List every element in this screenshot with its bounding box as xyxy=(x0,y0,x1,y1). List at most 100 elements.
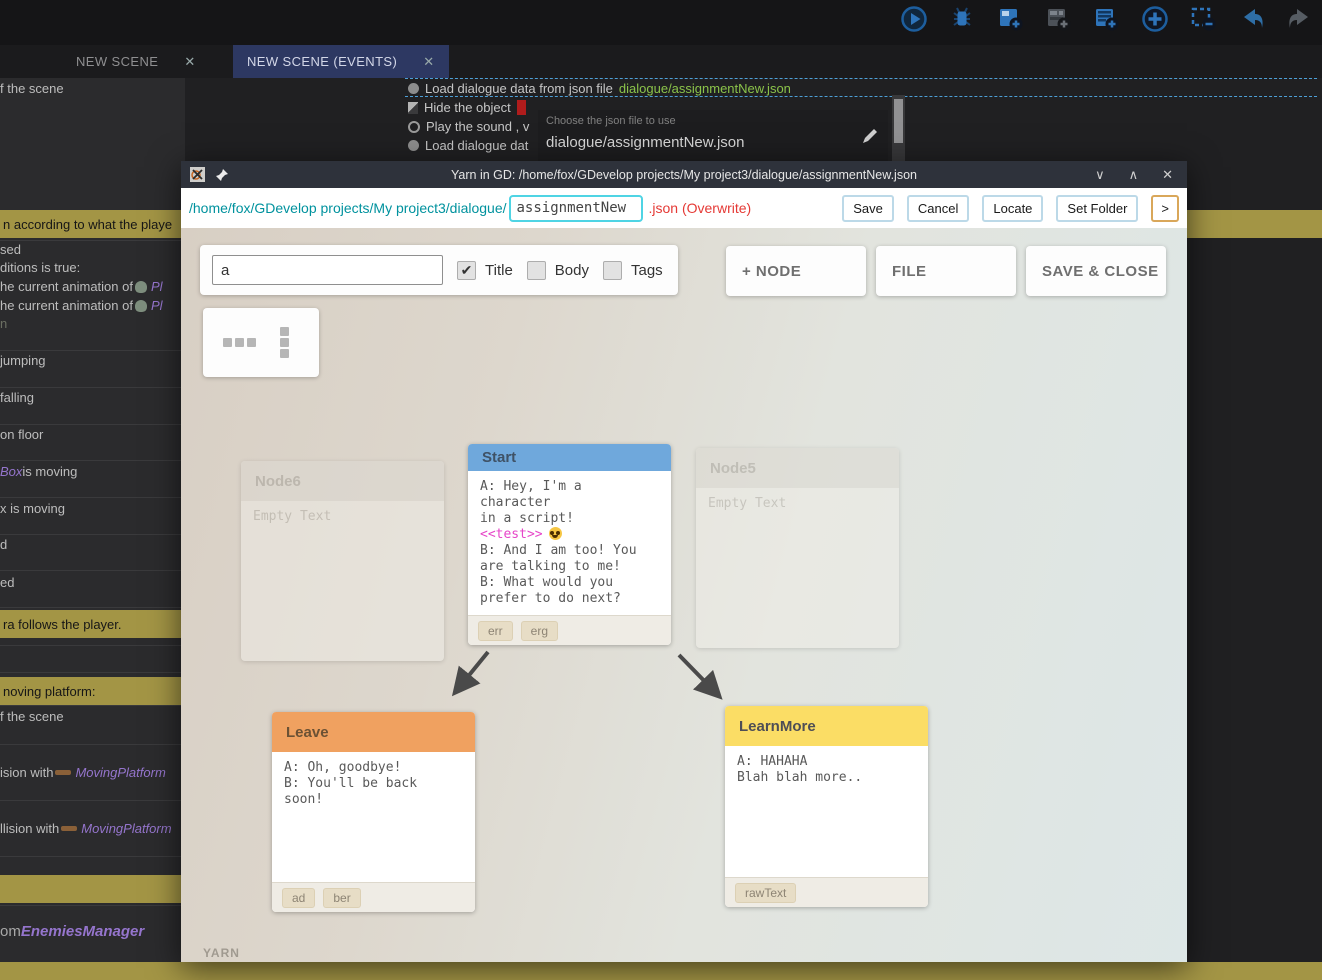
event-row[interactable]: llision with MovingPlatform xyxy=(0,821,185,836)
canvas-controls-widget[interactable] xyxy=(203,308,319,377)
node-tags: err erg xyxy=(468,615,671,645)
tag-chip: err xyxy=(478,621,513,641)
close-icon[interactable]: ✕ xyxy=(184,54,195,70)
tag-chip: rawText xyxy=(735,883,796,903)
window-titlebar[interactable]: Yarn in GD: /home/fox/GDevelop projects/… xyxy=(181,161,1187,188)
event-row[interactable]: on floor xyxy=(0,427,185,442)
add-external-events-icon[interactable] xyxy=(1092,5,1120,33)
tags-checkbox[interactable] xyxy=(603,261,622,280)
debug-icon[interactable] xyxy=(948,5,976,33)
add-external-layout-icon[interactable] xyxy=(1044,5,1072,33)
row-divider xyxy=(0,800,185,801)
play-icon[interactable] xyxy=(900,5,928,33)
yarn-editor-window: Yarn in GD: /home/fox/GDevelop projects/… xyxy=(181,161,1187,962)
node-title: Node6 xyxy=(241,461,444,501)
file-path-bar: /home/fox/GDevelop projects/My project3/… xyxy=(181,188,1187,228)
screen: NEW SCENE ✕ NEW SCENE (EVENTS) ✕ n accor… xyxy=(0,0,1322,980)
event-row[interactable]: f the scene xyxy=(0,81,185,96)
edit-pencil-icon[interactable] xyxy=(860,126,880,151)
event-row[interactable]: om EnemiesManager xyxy=(0,923,185,940)
json-file-picker: Choose the json file to use dialogue/ass… xyxy=(538,110,888,161)
tab-label: NEW SCENE (EVENTS) xyxy=(247,54,397,69)
remove-selection-icon[interactable] xyxy=(1189,5,1217,33)
event-row[interactable]: ed xyxy=(0,575,185,590)
player-object-icon xyxy=(135,300,147,312)
comment-row[interactable]: noving platform: xyxy=(0,677,185,705)
event-row[interactable]: Box is moving xyxy=(0,464,185,479)
save-close-button[interactable]: SAVE & CLOSE xyxy=(1026,246,1166,296)
event-action-hide-object[interactable]: Hide the object xyxy=(408,100,526,115)
comment-row[interactable] xyxy=(0,875,185,903)
picker-value[interactable]: dialogue/assignmentNew.json xyxy=(546,134,744,151)
set-folder-button[interactable]: Set Folder xyxy=(1056,195,1138,222)
event-row[interactable]: jumping xyxy=(0,353,185,368)
add-object-icon[interactable] xyxy=(996,5,1024,33)
redo-icon[interactable] xyxy=(1286,5,1314,33)
maximize-icon[interactable]: ∧ xyxy=(1129,167,1139,183)
event-row[interactable]: n xyxy=(0,316,185,331)
search-card: ✔ Title Body Tags xyxy=(200,245,678,295)
row-divider xyxy=(0,905,185,906)
cancel-button[interactable]: Cancel xyxy=(907,195,969,222)
node-leave[interactable]: Leave A: Oh, goodbye! B: You'll be back … xyxy=(272,712,475,912)
node-title: Node5 xyxy=(696,448,899,488)
body-checkbox[interactable] xyxy=(527,261,546,280)
locate-button[interactable]: Locate xyxy=(982,195,1043,222)
node-learnmore[interactable]: LearnMore A: HAHAHA Blah blah more.. raw… xyxy=(725,706,928,907)
file-button[interactable]: FILE xyxy=(876,246,1016,296)
event-row[interactable]: sed xyxy=(0,242,185,257)
event-row[interactable]: he current animation of Pl xyxy=(0,279,185,294)
event-action-play-sound[interactable]: Play the sound , v xyxy=(408,119,529,134)
widget-dot xyxy=(280,327,289,336)
row-divider xyxy=(0,497,185,498)
platform-object-icon xyxy=(55,770,71,775)
node-body: A: Oh, goodbye! B: You'll be back soon! xyxy=(272,752,475,882)
add-node-button[interactable]: + NODE xyxy=(726,246,866,296)
node-node5[interactable]: Node5 Empty Text xyxy=(696,448,899,648)
tab-new-scene-events[interactable]: NEW SCENE (EVENTS) ✕ xyxy=(233,45,449,78)
yarn-action-icon xyxy=(408,83,419,94)
scrollbar-thumb[interactable] xyxy=(894,99,903,143)
json-file-link[interactable]: dialogue/assignmentNew.json xyxy=(619,81,791,96)
yarn-watermark: YARN xyxy=(203,946,240,960)
yarn-canvas[interactable]: ✔ Title Body Tags + NODE FILE SAVE & CLO… xyxy=(181,228,1187,962)
event-row[interactable]: he current animation of Pl xyxy=(0,298,185,313)
node-body: A: Hey, I'm a character in a script! <<t… xyxy=(468,471,671,615)
events-scrollbar[interactable] xyxy=(892,95,905,161)
tag-chip: erg xyxy=(521,621,558,641)
save-button[interactable]: Save xyxy=(842,195,894,222)
node-title: Leave xyxy=(272,712,475,752)
node-start[interactable]: Start A: Hey, I'm a character in a scrip… xyxy=(468,444,671,645)
search-input[interactable] xyxy=(212,255,443,285)
event-row[interactable]: x is moving xyxy=(0,501,185,516)
row-divider xyxy=(0,570,185,571)
node-node6[interactable]: Node6 Empty Text xyxy=(241,461,444,661)
event-row[interactable]: ditions is true: xyxy=(0,260,185,275)
top-toolbar xyxy=(0,0,1322,45)
node-tags: rawText xyxy=(725,877,928,907)
event-row[interactable]: d xyxy=(0,537,185,552)
filename-input[interactable] xyxy=(509,195,643,222)
row-divider xyxy=(0,744,185,745)
title-checkbox[interactable]: ✔ xyxy=(457,261,476,280)
add-extension-icon[interactable] xyxy=(1141,5,1169,33)
more-button[interactable]: > xyxy=(1151,195,1179,222)
comment-row[interactable]: ra follows the player. xyxy=(0,610,185,638)
event-action-load-dialogue[interactable]: Load dialogue data from json file dialog… xyxy=(408,81,791,96)
event-row[interactable]: falling xyxy=(0,390,185,405)
undo-icon[interactable] xyxy=(1238,5,1266,33)
tags-checkbox-label: Tags xyxy=(631,262,663,279)
yarn-command: <<test>> xyxy=(480,527,543,542)
minimize-icon[interactable]: ∨ xyxy=(1095,167,1105,183)
node-title: LearnMore xyxy=(725,706,928,746)
tab-new-scene[interactable]: NEW SCENE ✕ xyxy=(62,45,210,78)
tab-label: NEW SCENE xyxy=(76,54,158,69)
event-row[interactable]: ision with MovingPlatform xyxy=(0,765,185,780)
close-icon[interactable]: ✕ xyxy=(423,54,434,70)
event-row[interactable]: f the scene xyxy=(0,709,185,724)
close-icon[interactable]: ✕ xyxy=(1162,167,1173,183)
comment-row[interactable] xyxy=(0,962,1322,980)
path-suffix: .json (Overwrite) xyxy=(649,200,752,216)
platform-object-icon xyxy=(61,826,77,831)
event-action-load-dialogue-2[interactable]: Load dialogue dat xyxy=(408,138,528,153)
